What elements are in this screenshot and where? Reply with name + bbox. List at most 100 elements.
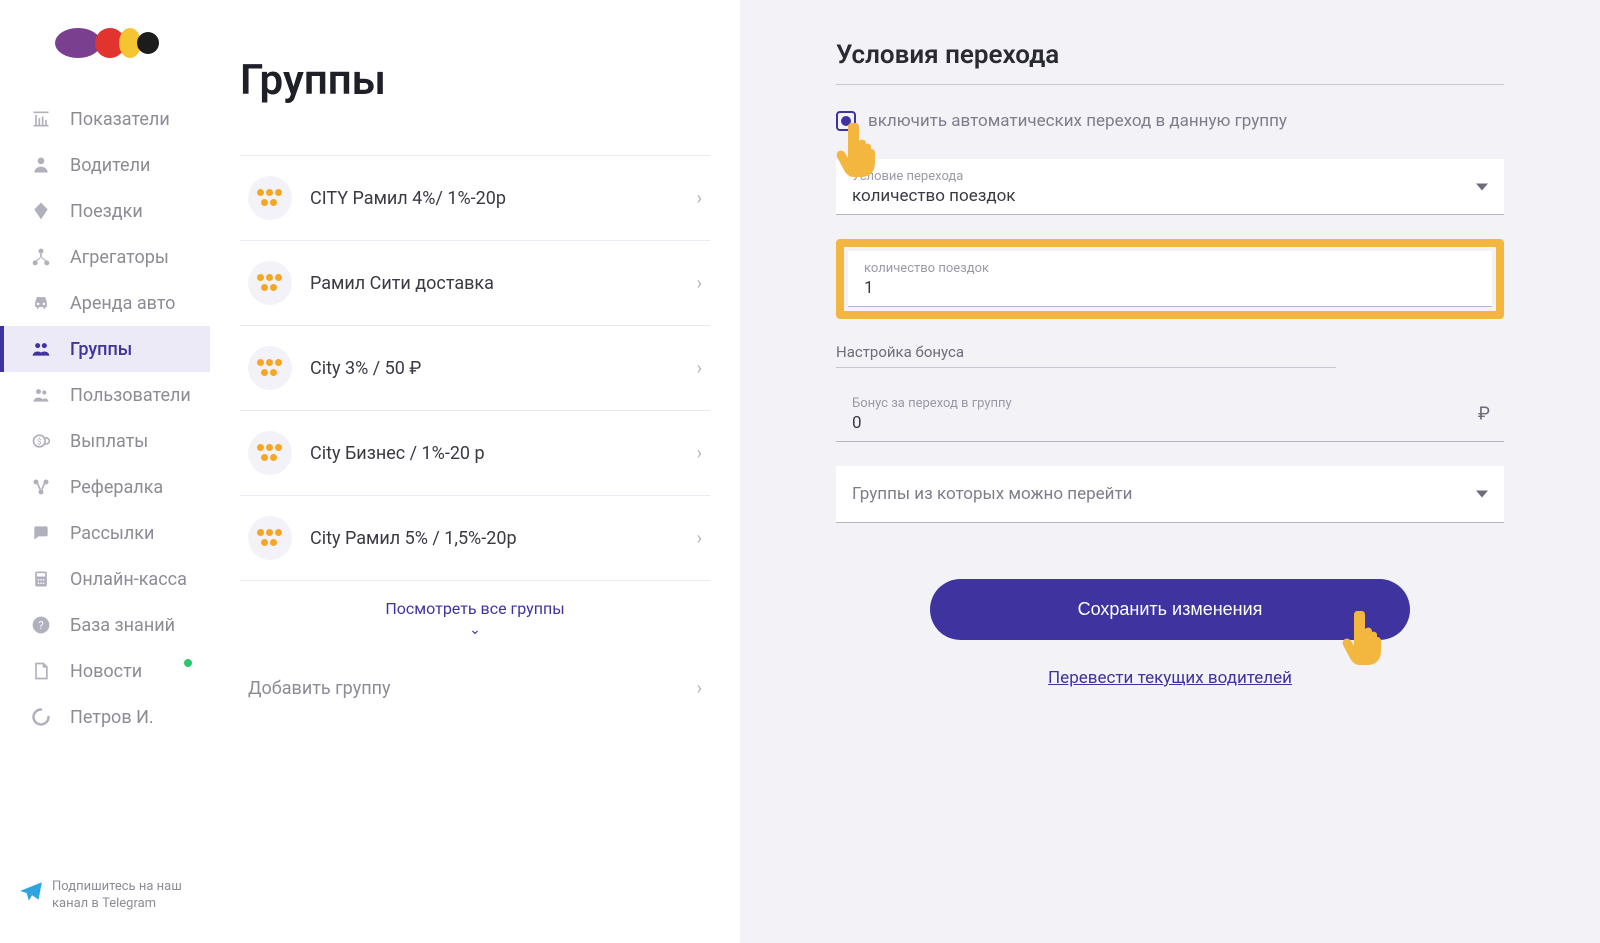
sidebar-item-knowledge-base[interactable]: ? База знаний xyxy=(0,602,210,648)
payout-icon: $ xyxy=(30,430,52,452)
sidebar-item-users[interactable]: Пользователи xyxy=(0,372,210,418)
sidebar-label: База знаний xyxy=(70,615,192,636)
field-value: 1 xyxy=(864,278,1476,298)
document-icon xyxy=(30,660,52,682)
chevron-right-icon: › xyxy=(697,678,702,699)
group-avatar-icon xyxy=(248,516,292,560)
group-row[interactable]: CITY Рамил 4%/ 1%-20р› xyxy=(240,155,710,241)
chevron-right-icon: › xyxy=(697,188,702,209)
chevron-right-icon: › xyxy=(697,443,702,464)
conditions-panel: Условия перехода включить автоматических… xyxy=(740,0,1600,943)
chevron-right-icon: › xyxy=(697,358,702,379)
condition-select[interactable]: Условие перехода количество поездок xyxy=(836,159,1504,215)
chevron-right-icon: › xyxy=(697,528,702,549)
sidebar-label: Агрегаторы xyxy=(70,247,192,268)
field-label: количество поездок xyxy=(864,261,1476,276)
calculator-icon xyxy=(30,568,52,590)
page-title: Группы xyxy=(240,56,710,105)
rides-count-highlight: количество поездок 1 xyxy=(836,239,1504,319)
telegram-icon xyxy=(18,879,44,905)
chevron-down-icon: ⌄ xyxy=(240,622,710,638)
sidebar-label: Водители xyxy=(70,155,192,176)
telegram-subscribe[interactable]: Подпишитесь на наш канал в Telegram xyxy=(18,879,198,913)
sidebar-item-aggregators[interactable]: Агрегаторы xyxy=(0,234,210,280)
placeholder-text: Группы из которых можно перейти xyxy=(852,484,1132,504)
hierarchy-icon xyxy=(30,246,52,268)
group-name: City 3% / 50 ₽ xyxy=(310,358,697,379)
sidebar-item-trips[interactable]: Поездки xyxy=(0,188,210,234)
rides-count-input[interactable]: количество поездок 1 xyxy=(848,251,1492,307)
transfer-drivers-link[interactable]: Перевести текущих водителей xyxy=(836,668,1504,688)
sidebar-item-indicators[interactable]: Показатели xyxy=(0,96,210,142)
enable-checkbox[interactable] xyxy=(836,111,856,131)
group-name: Рамил Сити доставка xyxy=(310,273,697,294)
spinner-icon xyxy=(30,706,52,728)
sidebar-item-car-rental[interactable]: Аренда авто xyxy=(0,280,210,326)
sidebar-item-payouts[interactable]: $ Выплаты xyxy=(0,418,210,464)
group-row[interactable]: City 3% / 50 ₽› xyxy=(240,326,710,411)
sidebar-item-referral[interactable]: Рефералка xyxy=(0,464,210,510)
sidebar-label: Пользователи xyxy=(70,385,192,406)
divider xyxy=(836,84,1504,85)
diamond-icon xyxy=(30,200,52,222)
sidebar-label: Группы xyxy=(70,339,192,360)
sidebar: Показатели Водители Поездки Агрегаторы А… xyxy=(0,0,210,943)
enable-label: включить автоматических переход в данную… xyxy=(868,111,1287,131)
sidebar-item-news[interactable]: Новости xyxy=(0,648,210,694)
group-avatar-icon xyxy=(248,176,292,220)
group-row[interactable]: City Бизнес / 1%-20 р› xyxy=(240,411,710,496)
sidebar-label: Рассылки xyxy=(70,523,192,544)
conditions-title: Условия перехода xyxy=(836,40,1504,70)
sidebar-label: Выплаты xyxy=(70,431,192,452)
referral-icon xyxy=(30,476,52,498)
user-name: Петров И. xyxy=(70,707,192,728)
car-icon xyxy=(30,292,52,314)
chevron-right-icon: › xyxy=(697,273,702,294)
groups-icon xyxy=(30,338,52,360)
group-row[interactable]: Рамил Сити доставка› xyxy=(240,241,710,326)
chat-icon xyxy=(30,522,52,544)
group-avatar-icon xyxy=(248,431,292,475)
sidebar-label: Показатели xyxy=(70,109,192,130)
group-name: City Бизнес / 1%-20 р xyxy=(310,443,697,464)
field-label: Бонус за переход в группу xyxy=(852,396,1488,411)
field-value: количество поездок xyxy=(852,186,1488,206)
group-avatar-icon xyxy=(248,261,292,305)
sidebar-item-mailings[interactable]: Рассылки xyxy=(0,510,210,556)
add-group-button[interactable]: Добавить группу › xyxy=(240,644,710,699)
source-groups-select[interactable]: Группы из которых можно перейти xyxy=(836,466,1504,523)
sidebar-item-user-profile[interactable]: Петров И. xyxy=(0,694,210,740)
save-button[interactable]: Сохранить изменения xyxy=(930,579,1410,640)
hand-pointer-icon xyxy=(1340,607,1390,667)
sidebar-item-groups[interactable]: Группы xyxy=(0,326,210,372)
currency-suffix: ₽ xyxy=(1478,403,1490,424)
notification-dot xyxy=(184,659,192,667)
save-button-label: Сохранить изменения xyxy=(1078,599,1263,619)
field-value: 0 xyxy=(852,413,1488,433)
group-name: City Рамил 5% / 1,5%-20р xyxy=(310,528,697,549)
group-row[interactable]: City Рамил 5% / 1,5%-20р› xyxy=(240,496,710,581)
enable-auto-transfer-row[interactable]: включить автоматических переход в данную… xyxy=(836,111,1504,131)
field-label: Условие перехода xyxy=(852,169,1488,184)
person-icon xyxy=(30,154,52,176)
svg-text:$: $ xyxy=(37,436,42,447)
telegram-text: Подпишитесь на наш канал в Telegram xyxy=(52,879,198,913)
sidebar-item-online-kassa[interactable]: Онлайн-касса xyxy=(0,556,210,602)
see-all-groups-link[interactable]: Посмотреть все группы ⌄ xyxy=(240,581,710,644)
groups-panel: Группы CITY Рамил 4%/ 1%-20р›Рамил Сити … xyxy=(210,0,740,943)
dropdown-caret-icon xyxy=(1476,183,1488,190)
sidebar-item-drivers[interactable]: Водители xyxy=(0,142,210,188)
sidebar-label: Онлайн-касса xyxy=(70,569,192,590)
add-group-label: Добавить группу xyxy=(248,678,391,699)
group-avatar-icon xyxy=(248,346,292,390)
bonus-section-title: Настройка бонуса xyxy=(836,343,1336,368)
see-all-label: Посмотреть все группы xyxy=(385,599,564,618)
logo xyxy=(0,28,210,58)
help-icon: ? xyxy=(30,614,52,636)
sidebar-label: Новости xyxy=(70,661,180,682)
sidebar-label: Рефералка xyxy=(70,477,192,498)
svg-text:?: ? xyxy=(39,619,44,632)
dropdown-caret-icon xyxy=(1476,491,1488,498)
sidebar-label: Поездки xyxy=(70,201,192,222)
bonus-input[interactable]: Бонус за переход в группу 0 ₽ xyxy=(836,386,1504,442)
